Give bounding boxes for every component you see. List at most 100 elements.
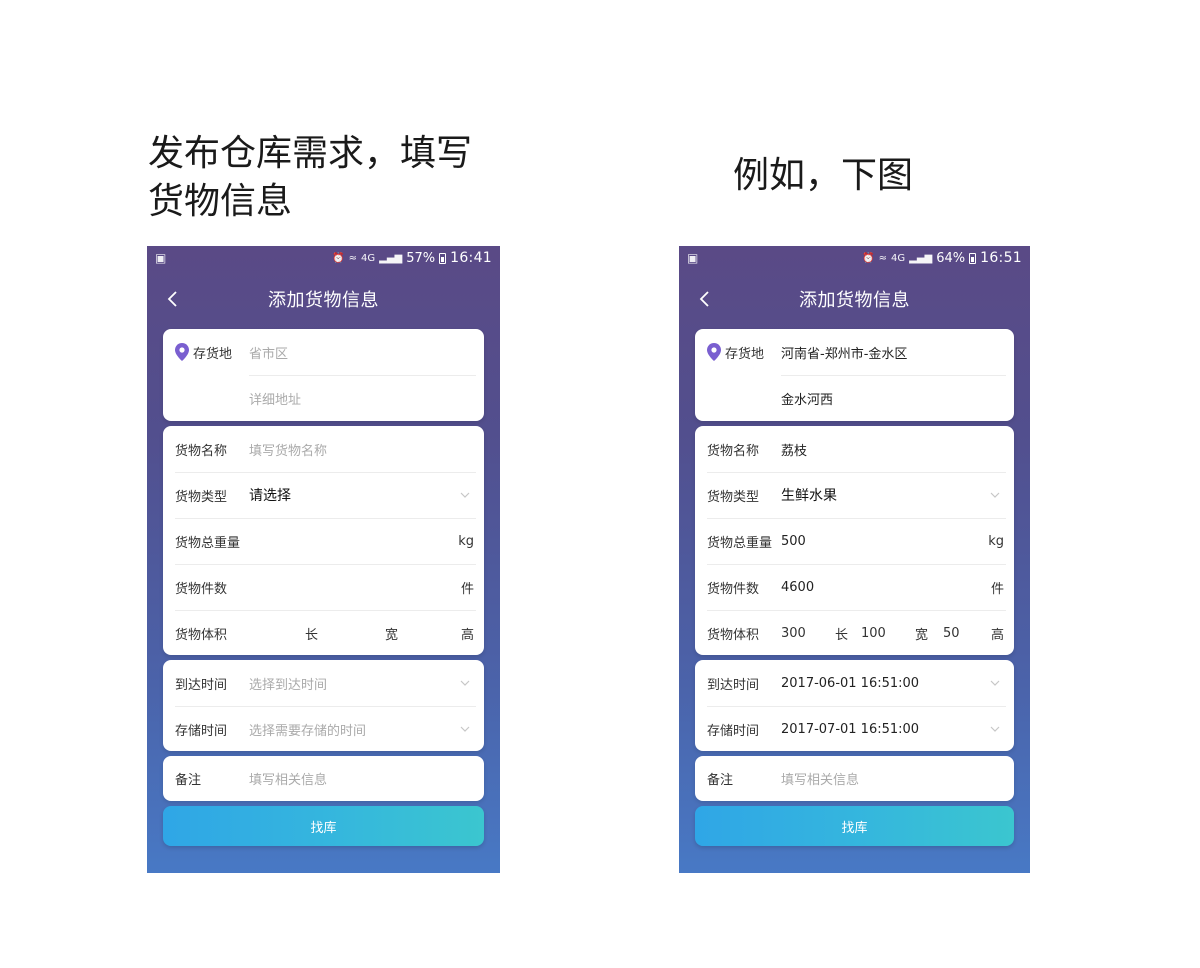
cargo-name-row[interactable]: 货物名称 填写货物名称 <box>163 426 484 472</box>
cargo-weight-row[interactable]: 货物总重量 kg <box>163 518 484 564</box>
location-region-row[interactable]: 存货地 省市区 <box>163 329 484 375</box>
network-type: 4G <box>891 252 906 264</box>
location-pin-icon <box>707 343 721 361</box>
arrive-time-select[interactable]: 选择到达时间 <box>249 674 327 693</box>
signal-icon: ▂▄▆ <box>909 252 933 264</box>
region-field[interactable]: 省市区 <box>249 343 288 362</box>
chevron-down-icon[interactable] <box>460 490 470 500</box>
cargo-card: 货物名称 填写货物名称 货物类型 请选择 货物总重量 kg 货物件数 件 货物体… <box>163 426 484 655</box>
cargo-name-field[interactable]: 填写货物名称 <box>249 440 327 459</box>
length-unit: 长 <box>305 627 319 643</box>
phone-screen-empty-form: ▣ ⏰ ≈ 4G ▂▄▆ 57% 16:41 添加货物信息 存货地 省市区 详细… <box>147 246 500 873</box>
weight-unit: kg <box>458 533 474 549</box>
alarm-icon: ⏰ <box>332 252 345 264</box>
weight-unit: kg <box>988 533 1004 549</box>
screenshot-notification-icon: ▣ <box>155 251 167 265</box>
cargo-volume-row[interactable]: 货物体积 长 宽 高 <box>163 610 484 656</box>
store-time-label: 存储时间 <box>707 723 760 739</box>
count-unit: 件 <box>990 581 1004 597</box>
store-time-select[interactable]: 2017-07-01 16:51:00 <box>781 722 919 737</box>
arrive-time-row[interactable]: 到达时间 选择到达时间 <box>163 660 484 706</box>
chevron-down-icon[interactable] <box>990 490 1000 500</box>
clock: 16:51 <box>980 250 1022 266</box>
remark-card: 备注 填写相关信息 <box>695 756 1014 801</box>
cargo-type-select[interactable]: 请选择 <box>249 485 291 505</box>
arrive-time-label: 到达时间 <box>175 677 228 693</box>
back-arrow-icon[interactable] <box>163 289 183 309</box>
cargo-type-row[interactable]: 货物类型 生鲜水果 <box>695 472 1014 518</box>
chevron-down-icon[interactable] <box>460 724 470 734</box>
battery-percent: 57% <box>406 250 436 266</box>
width-field[interactable]: 100 <box>861 626 886 641</box>
remark-row[interactable]: 备注 填写相关信息 <box>163 756 484 801</box>
signal-icon: ▂▄▆ <box>379 252 403 264</box>
back-arrow-icon[interactable] <box>695 289 715 309</box>
cargo-count-row[interactable]: 货物件数 4600 件 <box>695 564 1014 610</box>
remark-field[interactable]: 填写相关信息 <box>781 769 859 788</box>
cargo-count-row[interactable]: 货物件数 件 <box>163 564 484 610</box>
chevron-down-icon[interactable] <box>990 678 1000 688</box>
nav-bar: 添加货物信息 <box>679 270 1030 328</box>
location-pin-icon <box>175 343 189 361</box>
phone-screen-filled-example: ▣ ⏰ ≈ 4G ▂▄▆ 64% 16:51 添加货物信息 存货地 河南省-郑州… <box>679 246 1030 873</box>
caption-example: 例如，下图 <box>733 155 914 196</box>
chevron-down-icon[interactable] <box>990 724 1000 734</box>
width-unit: 宽 <box>385 627 399 643</box>
location-label: 存货地 <box>725 346 765 362</box>
remark-row[interactable]: 备注 填写相关信息 <box>695 756 1014 801</box>
wifi-icon: ≈ <box>348 252 358 264</box>
region-field[interactable]: 河南省-郑州市-金水区 <box>781 343 907 362</box>
cargo-type-select[interactable]: 生鲜水果 <box>781 485 837 505</box>
chevron-down-icon[interactable] <box>460 678 470 688</box>
height-unit: 高 <box>990 627 1004 643</box>
location-label: 存货地 <box>193 346 233 362</box>
store-time-row[interactable]: 存储时间 选择需要存储的时间 <box>163 706 484 752</box>
address-detail-field[interactable]: 详细地址 <box>249 389 301 408</box>
remark-label: 备注 <box>707 773 734 788</box>
cargo-type-row[interactable]: 货物类型 请选择 <box>163 472 484 518</box>
count-unit: 件 <box>460 581 474 597</box>
cargo-name-field[interactable]: 荔枝 <box>781 440 807 459</box>
cargo-card: 货物名称 荔枝 货物类型 生鲜水果 货物总重量 500 kg 货物件数 4600… <box>695 426 1014 655</box>
location-detail-row[interactable]: 详细地址 <box>163 375 484 421</box>
address-detail-field[interactable]: 金水河西 <box>781 389 833 408</box>
height-unit: 高 <box>460 627 474 643</box>
cargo-count-label: 货物件数 <box>707 581 760 597</box>
length-field[interactable]: 300 <box>781 626 806 641</box>
store-time-row[interactable]: 存储时间 2017-07-01 16:51:00 <box>695 706 1014 752</box>
cargo-weight-field[interactable]: 500 <box>781 534 806 549</box>
width-unit: 宽 <box>915 627 929 643</box>
cargo-name-label: 货物名称 <box>707 443 760 459</box>
battery-icon <box>439 252 447 264</box>
alarm-icon: ⏰ <box>862 252 875 264</box>
length-unit: 长 <box>835 627 849 643</box>
cargo-weight-row[interactable]: 货物总重量 500 kg <box>695 518 1014 564</box>
status-bar: ▣ ⏰ ≈ 4G ▂▄▆ 57% 16:41 <box>147 246 500 270</box>
cargo-volume-row[interactable]: 货物体积 300 长 100 宽 50 高 <box>695 610 1014 656</box>
cargo-count-field[interactable]: 4600 <box>781 580 814 595</box>
caption-publish-demand: 发布仓库需求，填写货物信息 <box>148 133 473 222</box>
store-time-select[interactable]: 选择需要存储的时间 <box>249 720 366 739</box>
screenshot-notification-icon: ▣ <box>687 251 699 265</box>
location-region-row[interactable]: 存货地 河南省-郑州市-金水区 <box>695 329 1014 375</box>
nav-bar: 添加货物信息 <box>147 270 500 328</box>
cargo-name-label: 货物名称 <box>175 443 228 459</box>
arrive-time-label: 到达时间 <box>707 677 760 693</box>
battery-icon <box>969 252 977 264</box>
battery-percent: 64% <box>936 250 966 266</box>
remark-field[interactable]: 填写相关信息 <box>249 769 327 788</box>
page-title: 添加货物信息 <box>268 290 379 311</box>
cargo-volume-label: 货物体积 <box>707 627 760 643</box>
height-field[interactable]: 50 <box>943 626 960 641</box>
arrive-time-row[interactable]: 到达时间 2017-06-01 16:51:00 <box>695 660 1014 706</box>
location-card: 存货地 河南省-郑州市-金水区 金水河西 <box>695 329 1014 421</box>
find-warehouse-button[interactable]: 找库 <box>695 806 1014 846</box>
clock: 16:41 <box>450 250 492 266</box>
find-warehouse-button[interactable]: 找库 <box>163 806 484 846</box>
cargo-count-label: 货物件数 <box>175 581 228 597</box>
cargo-weight-label: 货物总重量 <box>707 535 773 551</box>
time-card: 到达时间 2017-06-01 16:51:00 存储时间 2017-07-01… <box>695 660 1014 751</box>
cargo-name-row[interactable]: 货物名称 荔枝 <box>695 426 1014 472</box>
arrive-time-select[interactable]: 2017-06-01 16:51:00 <box>781 676 919 691</box>
location-detail-row[interactable]: 金水河西 <box>695 375 1014 421</box>
